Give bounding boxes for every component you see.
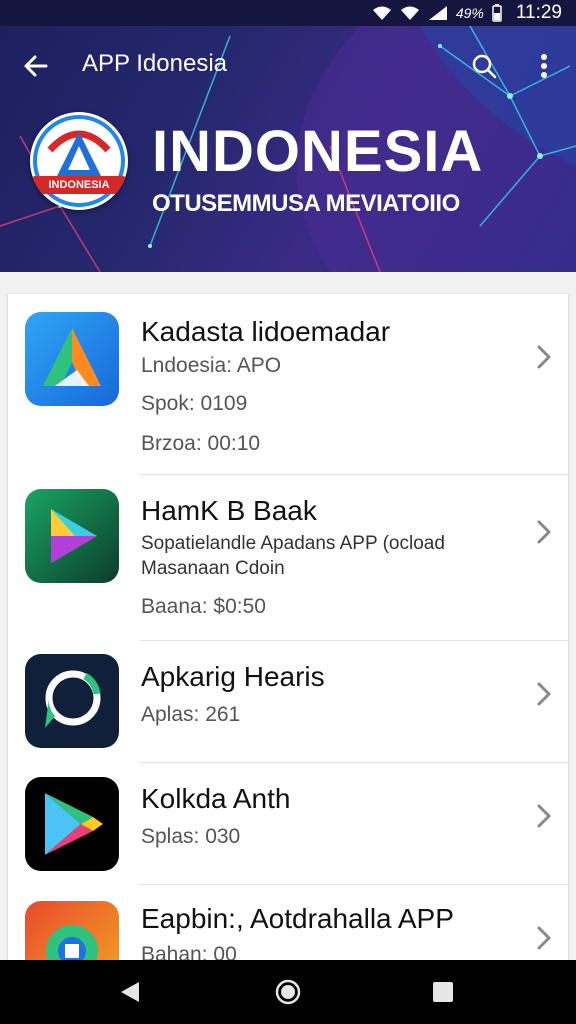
play-store-app-icon: [25, 777, 119, 871]
system-nav-bar: [0, 960, 576, 1024]
hero-title: INDONESIA: [152, 119, 484, 184]
app-name: Apkarig Hearis: [141, 661, 325, 692]
badge-label: INDONESIA: [32, 176, 126, 194]
battery-icon: [492, 4, 502, 22]
app-list-item[interactable]: HamK B Baak Sopatielandle Apadans APP (o…: [8, 475, 568, 640]
blue-triangle-app-icon: [25, 312, 119, 406]
logo-emblem-icon: [33, 115, 125, 207]
chevron-right-icon: [537, 345, 551, 369]
hero-subtitle: OTUSEMMUSA MEVIATOIIO: [152, 190, 460, 217]
chevron-right-icon: [537, 520, 551, 544]
app-name: HamK B Baak: [141, 495, 317, 526]
app-detail: Baana: $0:50: [141, 595, 266, 618]
hero-banner: APP Idonesia INDONESIA INDONESIA OTUSEMM…: [0, 26, 576, 272]
app-toolbar: APP Idonesia: [0, 26, 576, 102]
nav-recents-icon[interactable]: [425, 974, 461, 1010]
wifi-icon: [372, 5, 392, 21]
wifi-alt-icon: [400, 5, 420, 21]
circle-logo-app-icon: [25, 654, 119, 748]
app-detail: Brzoa: 00:10: [141, 432, 261, 455]
app-detail: Spok: 0109: [141, 392, 248, 415]
app-detail: Aplas: 261: [141, 703, 241, 726]
chevron-right-icon: [537, 804, 551, 828]
chevron-right-icon: [537, 926, 551, 950]
toolbar-title: APP Idonesia: [82, 50, 227, 77]
clock: 11:29: [515, 2, 562, 23]
signal-icon: [428, 5, 448, 21]
chevron-right-icon: [537, 682, 551, 706]
battery-percent: 49%: [455, 5, 484, 21]
nav-home-icon[interactable]: [270, 974, 306, 1010]
app-list-item[interactable]: Apkarig Hearis Aplas: 261: [8, 641, 568, 762]
app-list-item[interactable]: Kadasta lidoemadar Lndoesia: APO Spok: 0…: [8, 294, 568, 474]
green-play-app-icon: [25, 489, 119, 583]
app-subtitle: Lndoesia: APO: [141, 354, 282, 377]
app-name: Eapbin:, Aotdrahalla APP: [141, 903, 454, 934]
app-detail: Splas: 030: [141, 825, 241, 848]
app-subtitle: Masanaan Cdoin: [141, 558, 285, 579]
app-subtitle: Sopatielandle Apadans APP (ocload: [141, 533, 445, 554]
app-name: Kadasta lidoemadar: [141, 316, 391, 347]
status-bar: 49% 11:29: [0, 0, 576, 26]
back-arrow-icon[interactable]: [18, 48, 54, 84]
app-list-item[interactable]: Kolkda Anth Splas: 030: [8, 763, 568, 884]
indonesia-logo-badge: INDONESIA: [30, 112, 128, 210]
app-list-card: Kadasta lidoemadar Lndoesia: APO Spok: 0…: [8, 294, 568, 974]
more-vert-icon[interactable]: [528, 48, 560, 84]
app-name: Kolkda Anth: [141, 783, 291, 814]
nav-back-icon[interactable]: [112, 974, 148, 1010]
search-icon[interactable]: [466, 48, 502, 84]
